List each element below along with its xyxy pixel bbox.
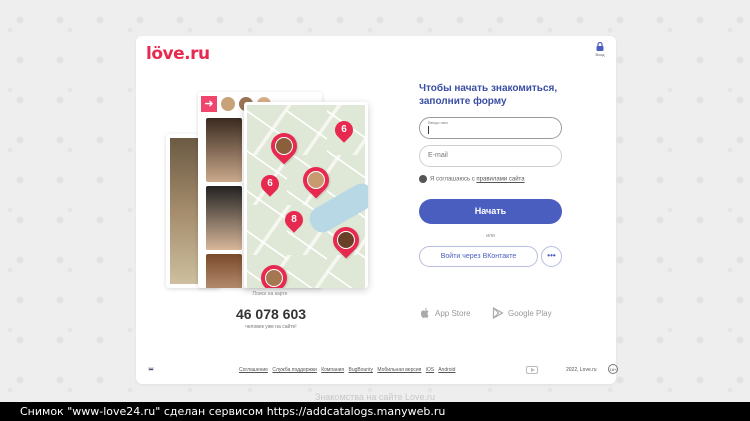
registration-card: löve.ru Вход ➜ 6 6 8 Поиск на карте 46 0… xyxy=(136,36,618,384)
footer-link[interactable]: Мобильная версия xyxy=(377,367,421,373)
footer-links: Соглашение Служба поддержки Компания Bug… xyxy=(239,367,458,373)
login-button[interactable]: Вход xyxy=(592,42,608,57)
map-pin xyxy=(255,259,293,288)
age-rating-badge: 18+ xyxy=(608,364,618,374)
map-pin xyxy=(265,127,303,165)
member-count: 46 078 603 xyxy=(235,306,307,322)
avatar xyxy=(271,133,297,159)
avatar xyxy=(333,227,359,253)
pin-count: 6 xyxy=(341,124,347,135)
pin-count: 8 xyxy=(291,214,297,225)
rules-link[interactable]: правилами сайта xyxy=(476,177,524,183)
google-play-icon xyxy=(492,306,504,320)
avatar xyxy=(261,265,287,288)
profile-photo xyxy=(206,254,242,288)
agree-text: Я соглашаюсь с xyxy=(430,176,475,183)
footer-link[interactable]: Компания xyxy=(321,367,344,373)
footer-link[interactable]: Служба поддержки xyxy=(272,367,317,373)
start-button[interactable]: Начать xyxy=(419,199,562,224)
caption-strip: Снимок "www-love24.ru" сделан сервисом h… xyxy=(0,402,750,421)
form-title: Чтобы начать знакомиться, заполните форм… xyxy=(419,83,558,107)
login-label: Вход xyxy=(595,52,605,57)
avatar xyxy=(303,167,329,193)
avatar xyxy=(220,96,236,112)
footer-link[interactable]: Соглашение xyxy=(239,367,268,373)
arrow-icon: ➜ xyxy=(201,96,217,112)
or-divider: или xyxy=(486,233,495,239)
agree-row[interactable]: Я соглашаюсь с правилами сайта xyxy=(419,175,525,183)
footer-link[interactable]: BugBounty xyxy=(349,367,373,373)
more-options-button[interactable]: ••• xyxy=(541,246,562,267)
pin-count-badge: 6 xyxy=(257,171,283,197)
map: 6 6 8 xyxy=(247,105,368,288)
app-store-link[interactable]: App Store xyxy=(419,307,471,319)
apple-icon xyxy=(419,307,431,319)
youtube-icon[interactable] xyxy=(526,366,538,374)
pin-count-badge: 6 xyxy=(331,117,357,143)
footer-link[interactable]: iOS xyxy=(426,367,434,373)
phone-map-illustration: 6 6 8 xyxy=(244,102,368,288)
member-count-caption: человек уже на сайте! xyxy=(245,324,297,330)
language-flag-icon[interactable] xyxy=(148,367,154,371)
pin-count-badge: 8 xyxy=(281,207,307,233)
lock-icon xyxy=(596,42,604,51)
name-field-label: Введи имя xyxy=(428,120,448,125)
text-caret xyxy=(428,126,429,134)
footer-link[interactable]: Android xyxy=(438,367,455,373)
agree-radio[interactable] xyxy=(419,175,427,183)
profile-photo xyxy=(206,186,242,250)
map-caption: Поиск на карте xyxy=(252,291,288,297)
vk-login-button[interactable]: Войти через ВКонтакте xyxy=(419,246,538,267)
email-placeholder: E-mail xyxy=(428,152,448,159)
copyright: 2022, Love.ru xyxy=(566,367,597,373)
logo[interactable]: löve.ru xyxy=(146,44,210,64)
map-pin xyxy=(297,161,335,199)
google-play-link[interactable]: Google Play xyxy=(492,306,552,320)
below-card-text: Знакомства на сайте Love.ru xyxy=(314,392,435,402)
name-field[interactable]: Введи имя xyxy=(419,117,562,139)
pin-count: 6 xyxy=(267,178,273,189)
email-field[interactable]: E-mail xyxy=(419,145,562,167)
google-play-label: Google Play xyxy=(508,308,552,318)
app-store-label: App Store xyxy=(435,308,471,318)
profile-photo xyxy=(206,118,242,182)
